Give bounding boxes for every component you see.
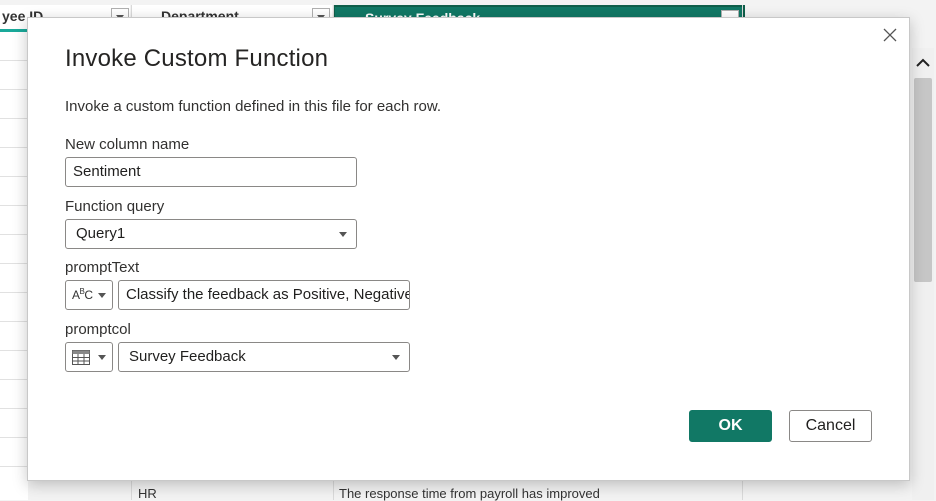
prompt-col-select[interactable]: Survey Feedback [118, 342, 410, 372]
cancel-button[interactable]: Cancel [789, 410, 872, 442]
prompt-text-type-button[interactable]: ABC [65, 280, 113, 310]
invoke-custom-function-dialog: Invoke Custom Function Invoke a custom f… [27, 17, 910, 481]
chevron-down-icon [392, 355, 400, 360]
table-cell-department: HR [138, 486, 157, 501]
chevron-down-icon [98, 355, 106, 360]
scrollbar-thumb[interactable] [914, 78, 932, 282]
chevron-down-icon [339, 232, 347, 237]
chevron-up-icon[interactable] [915, 55, 931, 71]
function-query-value: Query1 [76, 225, 126, 242]
dialog-title: Invoke Custom Function [65, 45, 329, 72]
prompt-col-value: Survey Feedback [129, 348, 246, 365]
close-icon[interactable] [881, 26, 899, 44]
prompt-col-label: promptcol [65, 321, 131, 338]
table-column-type-icon [72, 350, 90, 365]
prompt-col-type-button[interactable] [65, 342, 113, 372]
prompt-text-input[interactable]: Classify the feedback as Positive, Negat… [118, 280, 410, 310]
new-column-name-label: New column name [65, 136, 190, 153]
function-query-select[interactable]: Query1 [65, 219, 357, 249]
table-cell-feedback: The response time from payroll has impro… [339, 486, 600, 501]
chevron-down-icon [98, 293, 106, 298]
abc-text-type-icon: ABC [72, 287, 93, 302]
prompt-text-label: promptText [65, 259, 140, 276]
column-cells-employee-id [0, 32, 28, 500]
ok-button[interactable]: OK [689, 410, 772, 442]
function-query-label: Function query [65, 198, 165, 215]
dialog-description: Invoke a custom function defined in this… [65, 98, 442, 115]
new-column-name-input[interactable]: Sentiment [65, 157, 357, 187]
